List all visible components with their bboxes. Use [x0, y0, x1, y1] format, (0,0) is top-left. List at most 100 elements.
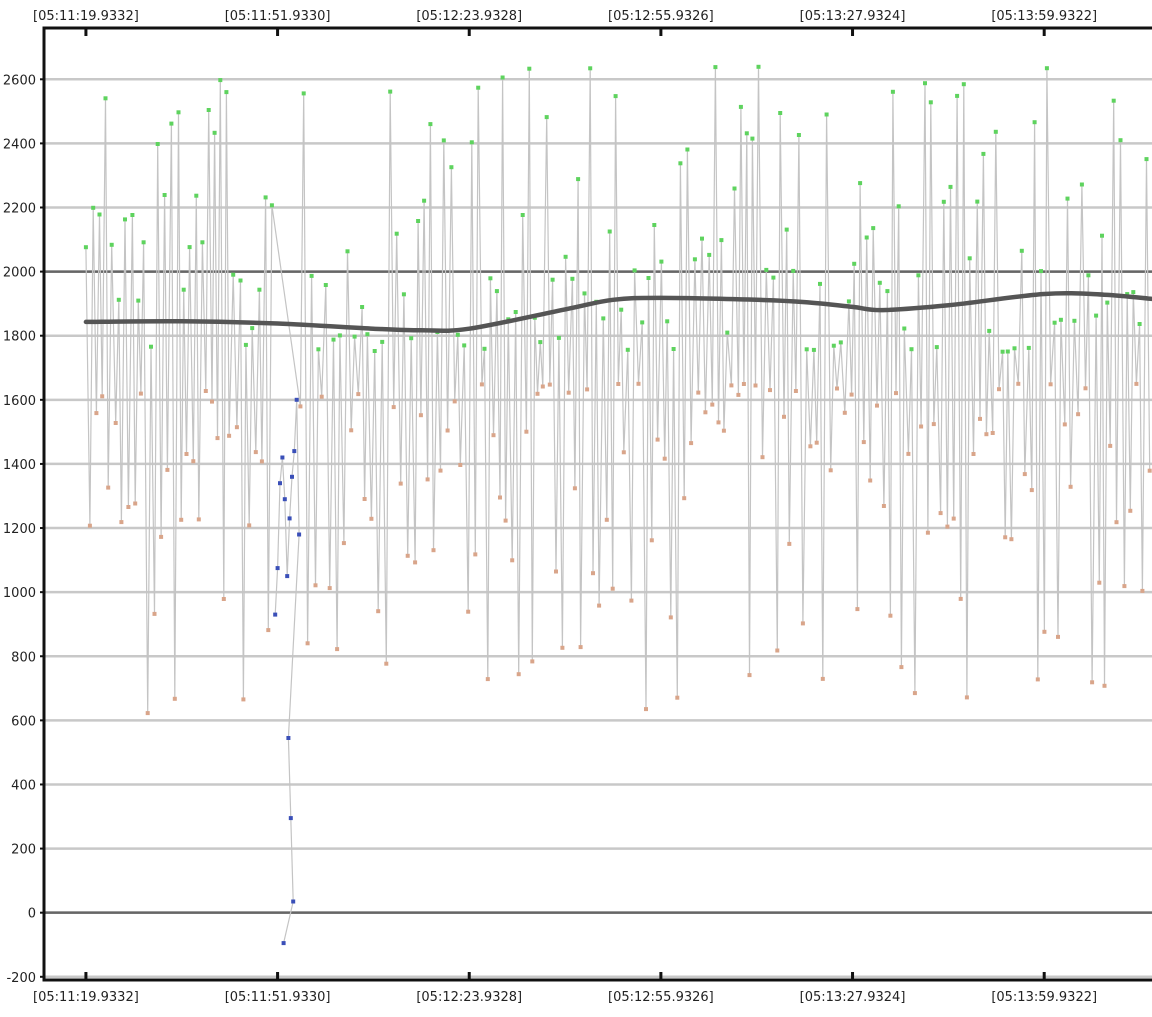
low-point	[1122, 584, 1127, 589]
low-point	[362, 497, 367, 501]
high-point	[1137, 322, 1142, 326]
low-point	[760, 455, 765, 460]
low-point	[945, 524, 950, 529]
low-point	[585, 387, 590, 392]
high-point	[365, 332, 370, 337]
low-point	[253, 450, 258, 455]
low-point	[384, 661, 389, 666]
high-point	[902, 326, 907, 331]
low-point	[814, 440, 819, 445]
low-point	[1022, 472, 1027, 477]
low-point	[516, 672, 521, 677]
high-point	[1131, 290, 1136, 295]
high-point	[811, 347, 816, 352]
low-point	[566, 390, 571, 395]
high-point	[987, 328, 992, 333]
low-point	[800, 621, 805, 626]
y-tick-label: 2200	[3, 202, 36, 217]
high-point	[671, 347, 676, 351]
high-point	[909, 347, 914, 352]
low-point	[327, 586, 332, 591]
x-tick-label-bottom: [05:13:27.9324]	[800, 990, 906, 1005]
high-point	[176, 110, 181, 115]
low-point	[138, 391, 143, 396]
low-point	[152, 611, 157, 616]
low-point	[793, 389, 798, 393]
high-point	[885, 289, 890, 294]
high-point	[1039, 269, 1043, 274]
outlier-point	[278, 481, 282, 486]
low-point	[984, 432, 989, 437]
low-point	[1029, 488, 1034, 493]
low-point	[668, 615, 673, 620]
high-point	[563, 254, 568, 259]
outlier-point	[291, 899, 296, 904]
low-point	[530, 659, 535, 664]
high-point	[646, 276, 651, 280]
low-point	[145, 711, 150, 716]
high-point	[109, 242, 114, 247]
low-point	[649, 538, 654, 543]
high-point	[640, 320, 645, 325]
low-point	[849, 392, 854, 397]
high-point	[934, 345, 939, 350]
high-point	[462, 343, 467, 348]
low-point	[547, 382, 552, 387]
low-point	[554, 569, 558, 574]
outlier-point	[288, 816, 293, 821]
high-point	[791, 268, 796, 273]
low-point	[133, 501, 138, 506]
high-point	[941, 199, 946, 204]
high-point	[831, 343, 836, 348]
high-point	[388, 89, 393, 94]
high-point	[500, 75, 505, 80]
high-point	[713, 65, 718, 70]
y-tick-label: 1000	[3, 586, 36, 601]
high-point	[771, 275, 776, 280]
high-point	[494, 289, 499, 294]
low-point	[1062, 422, 1067, 427]
high-point	[1065, 196, 1070, 201]
low-point	[418, 413, 423, 418]
y-tick-label: 1200	[3, 522, 36, 537]
low-point	[736, 392, 741, 397]
high-point	[1105, 300, 1110, 305]
low-point	[215, 436, 220, 441]
high-point	[187, 245, 192, 250]
high-point	[764, 267, 769, 272]
x-tick-label-top: [05:13:27.9324]	[800, 9, 906, 24]
high-point	[1026, 345, 1031, 350]
x-tick-label-bottom: [05:12:55.9326]	[608, 990, 714, 1005]
low-point	[203, 389, 208, 393]
high-point	[601, 316, 606, 321]
high-point	[224, 90, 229, 95]
low-point	[768, 388, 772, 393]
low-point	[636, 381, 641, 386]
outlier-point	[290, 474, 294, 479]
high-point	[928, 100, 933, 105]
low-point	[572, 486, 577, 491]
low-point	[227, 433, 232, 438]
outlier-point	[297, 532, 302, 537]
low-point	[313, 583, 318, 588]
low-point	[1083, 386, 1088, 391]
outlier-point	[280, 455, 285, 460]
high-point	[103, 96, 108, 101]
high-point	[916, 273, 921, 278]
low-point	[753, 383, 758, 388]
high-point	[162, 193, 167, 197]
high-point	[858, 181, 863, 186]
high-point	[923, 81, 927, 86]
high-point	[1019, 248, 1024, 253]
high-point	[243, 342, 248, 347]
x-tick-label-top: [05:12:23.9328]	[416, 9, 522, 24]
high-point	[513, 310, 518, 314]
high-point	[877, 280, 882, 285]
high-point	[316, 347, 321, 352]
outlier-point	[287, 516, 292, 521]
high-point	[257, 287, 262, 292]
low-point	[210, 399, 214, 404]
high-point	[955, 93, 960, 98]
x-tick-label-top: [05:11:51.9330]	[225, 9, 331, 24]
high-point	[206, 108, 211, 112]
